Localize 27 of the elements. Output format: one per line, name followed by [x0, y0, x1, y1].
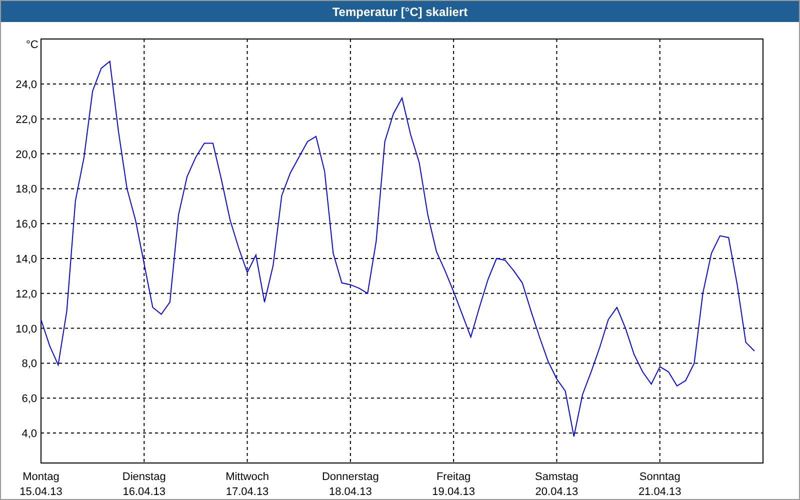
date-label: 16.04.13 [122, 486, 166, 498]
y-tick-label: 16,0 [16, 218, 37, 231]
y-unit-label: °C [26, 39, 38, 51]
y-tick-label: 14,0 [16, 254, 37, 266]
y-tick-label: 20,0 [16, 148, 37, 161]
window-title: Temperatur [°C] skaliert [1, 1, 799, 22]
date-label: 17.04.13 [226, 486, 269, 498]
y-tick-label: 18,0 [16, 184, 37, 196]
y-tick-label: 8,0 [22, 358, 37, 370]
y-tick-label: 6,0 [22, 393, 37, 406]
day-label: Freitag [436, 471, 471, 483]
date-label: 19.04.13 [432, 486, 475, 498]
date-label: 15.04.13 [20, 486, 62, 498]
date-label: 20.04.13 [535, 486, 578, 498]
y-tick-label: 10,0 [16, 323, 37, 336]
y-tick-label: 12,0 [16, 288, 37, 300]
day-label: Mittwoch [226, 471, 269, 483]
day-label: Dienstag [122, 471, 166, 483]
date-label: 18.04.13 [329, 486, 372, 498]
day-label: Samstag [535, 471, 578, 483]
y-tick-label: 22,0 [16, 114, 37, 126]
date-label: 21.04.13 [638, 486, 682, 498]
day-label: Sonntag [639, 471, 680, 483]
day-label: Donnerstag [322, 471, 379, 483]
y-tick-label: 4,0 [22, 428, 37, 440]
day-label: Montag [22, 471, 60, 483]
y-tick-label: 24,0 [16, 79, 37, 92]
